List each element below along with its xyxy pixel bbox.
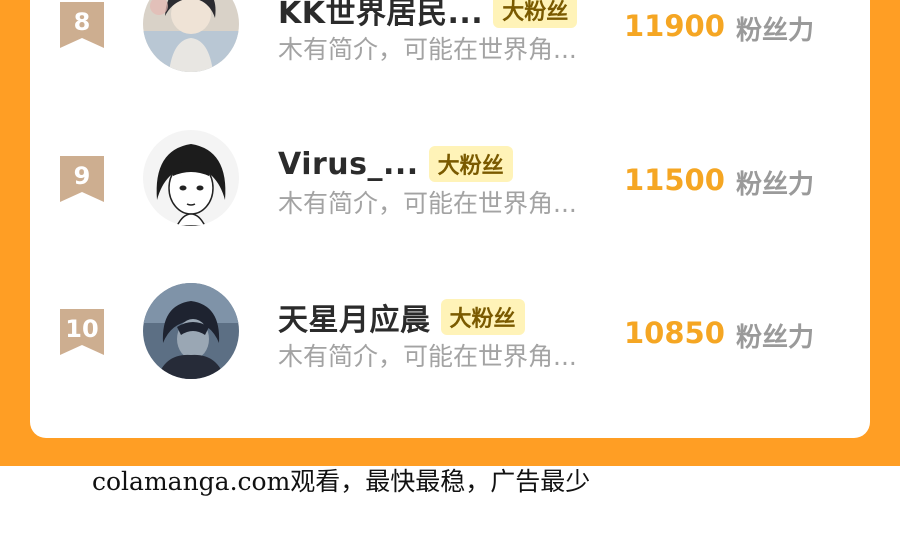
fan-score: 11900 [624,9,725,43]
user-name[interactable]: KK世界居民... [278,0,483,32]
ranking-row[interactable]: 10 天星月应晨 大粉丝 木有简介，可能在世界角... 10850 粉丝力 [30,267,870,387]
user-intro: 木有简介，可能在世界角... [278,35,577,64]
fan-score: 10850 [624,316,725,350]
user-name-line: 天星月应晨 大粉丝 [278,295,525,339]
rank-number: 9 [73,162,91,190]
avatar-manga-girl-sketch-icon[interactable] [143,130,239,226]
user-intro: 木有简介，可能在世界角... [278,189,577,218]
rank-number: 10 [65,315,99,343]
avatar-dark-character-icon[interactable] [143,283,239,379]
rank-badge: 9 [60,156,104,202]
fan-level-badge: 大粉丝 [428,146,513,182]
user-intro: 木有简介，可能在世界角... [278,342,577,371]
fan-score-unit: 粉丝力 [736,170,815,200]
user-name-line: KK世界居民... 大粉丝 [278,0,578,32]
fan-ranking-card: 8 KK世界居民... 大粉丝 木有简介，可能在世界角... 11900 粉丝力 [30,0,870,438]
user-name-line: Virus_... 大粉丝 [278,142,513,186]
fan-score-unit: 粉丝力 [736,16,815,46]
rank-number: 8 [73,8,91,36]
fan-score-unit: 粉丝力 [736,323,815,353]
ranking-row[interactable]: 8 KK世界居民... 大粉丝 木有简介，可能在世界角... 11900 粉丝力 [30,0,870,80]
user-name[interactable]: 天星月应晨 [278,295,431,339]
fan-score: 11500 [624,163,725,197]
avatar-dark-haired-boy-icon[interactable] [143,0,239,72]
fan-level-badge: 大粉丝 [440,299,525,335]
site-watermark: colamanga.com观看，最快最稳，广告最少 [92,467,591,496]
fan-level-badge: 大粉丝 [493,0,578,28]
rank-badge: 8 [60,2,104,48]
ranking-row[interactable]: 9 Virus_... 大粉丝 木有简介，可能在世界角... 11500 粉丝力 [30,114,870,234]
user-name[interactable]: Virus_... [278,147,419,182]
rank-badge: 10 [60,309,104,355]
